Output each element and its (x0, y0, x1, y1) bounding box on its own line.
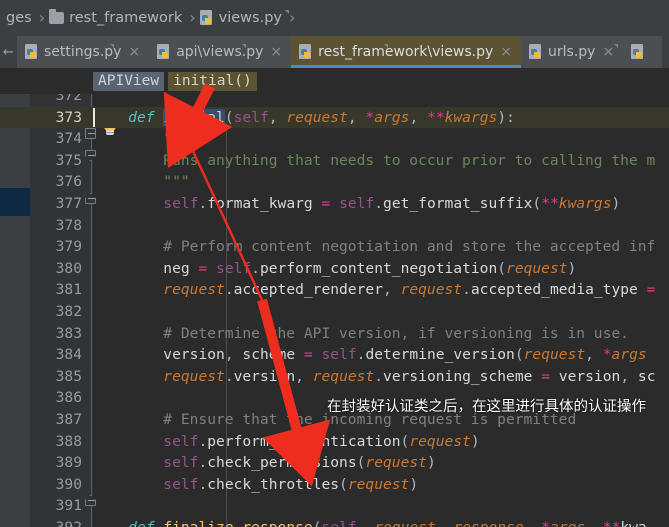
tab-partial-next[interactable] (623, 36, 663, 68)
tab-label: urls.py (548, 44, 596, 60)
breadcrumb-separator-icon (36, 8, 48, 29)
code-line-text: request.version, request.versioning_sche… (163, 367, 656, 385)
code-line[interactable]: 376 """ (0, 171, 669, 193)
line-number: 386 (55, 389, 82, 407)
breadcrumb-item-views-py[interactable]: views.py (199, 0, 289, 36)
line-number: 390 (55, 475, 82, 493)
code-line-text: self.check_throttles(request) (163, 475, 419, 493)
tab-settings-py[interactable]: settings.py × (17, 36, 150, 68)
breadcrumb-item-rest-framework[interactable]: rest_framework (48, 0, 186, 36)
annotation-note-text: 在封装好认证类之后，在这里进行具体的认证操作 (327, 399, 646, 415)
line-number: 375 (55, 151, 82, 169)
scope-chip-function[interactable]: initial() (168, 71, 257, 91)
breadcrumb-separator-icon (186, 8, 198, 29)
line-number: 389 (55, 454, 82, 472)
code-line-text: # Determine the API version, if versioni… (93, 324, 629, 342)
line-number: 380 (55, 259, 82, 277)
code-line[interactable]: 392 def finalize_response(self, request,… (0, 517, 669, 527)
code-line-text: Runs anything that needs to occur prior … (93, 151, 656, 169)
line-number: 385 (55, 367, 82, 385)
code-line[interactable]: 373 def initial(self, request, *args, **… (0, 106, 669, 129)
tab-label: api\views.py (176, 44, 264, 60)
tab-label: rest_framework\views.py (318, 44, 494, 60)
code-line[interactable]: 389 self.check_permissions(request) (0, 452, 669, 474)
file-path-breadcrumb: ges rest_framework views.py (0, 0, 669, 36)
code-line[interactable]: 377 self.format_kwarg = self.get_format_… (0, 193, 669, 215)
line-number: 376 (55, 173, 82, 191)
sticky-scope-bar: APIView initial() (0, 68, 669, 94)
tab-scroll-left-button[interactable]: ← (0, 36, 17, 68)
code-line-text: neg = self.perform_content_negotiation(r… (163, 259, 577, 277)
tab-urls-py[interactable]: urls.py × (521, 36, 624, 68)
python-file-icon (157, 44, 247, 60)
code-line-text: version, scheme = self.determine_version… (163, 346, 647, 364)
code-line[interactable]: 391 (0, 495, 669, 517)
code-line[interactable]: 381 request.accepted_renderer, request.a… (0, 279, 669, 301)
close-icon[interactable]: × (268, 45, 284, 59)
code-line[interactable]: 385 request.version, request.versioning_… (0, 366, 669, 388)
line-number: 391 (55, 497, 82, 515)
line-number: 379 (55, 238, 82, 256)
line-number: 378 (55, 216, 82, 234)
code-line-text: def initial(self, request, *args, **kwar… (93, 107, 515, 129)
code-line[interactable]: 379 # Perform content negotiation and st… (0, 236, 669, 258)
tab-rest-framework-views-py[interactable]: rest_framework\views.py × (291, 36, 521, 68)
line-number: 374 (55, 130, 82, 148)
python-file-icon (529, 44, 618, 60)
code-line[interactable]: 382 (0, 301, 669, 323)
line-number: 384 (55, 346, 82, 364)
code-line[interactable]: 375 Runs anything that needs to occur pr… (0, 150, 669, 172)
code-line-text: self.perform_authentication(request) (163, 432, 480, 450)
line-number: 383 (55, 324, 82, 342)
line-number: 372 (55, 94, 82, 104)
python-file-icon (631, 44, 645, 60)
code-line-text: def finalize_response(self, request, res… (93, 517, 647, 527)
code-line[interactable]: 390 self.check_throttles(request) (0, 474, 669, 496)
breadcrumb-label: rest_framework (69, 10, 183, 26)
python-file-icon (25, 44, 114, 60)
code-line[interactable]: 383 # Determine the API version, if vers… (0, 323, 669, 345)
line-number: 377 (55, 195, 82, 212)
code-line-text: self.format_kwarg = self.get_format_suff… (163, 195, 621, 212)
line-number: 392 (30, 517, 82, 527)
line-number: 388 (55, 432, 82, 450)
code-line-text: """ (93, 173, 190, 191)
code-line[interactable]: 378 (0, 215, 669, 237)
code-line[interactable]: 372 (0, 94, 669, 107)
code-line-text: self.check_permissions(request) (163, 454, 436, 472)
pycharm-editor-window: ges rest_framework views.py ← settings.p… (0, 0, 669, 527)
python-file-icon (299, 44, 389, 60)
code-editor[interactable]: 372 373 def initial(self, request, *args,… (0, 94, 669, 527)
breadcrumb-label: ges (6, 10, 32, 26)
line-number: 381 (55, 281, 82, 299)
editor-tab-bar: ← settings.py × api\views.py × rest_fram… (0, 36, 669, 68)
line-number: 373 (55, 108, 82, 126)
breadcrumb-item-packages[interactable]: ges (2, 0, 36, 36)
breadcrumb-label: views.py (218, 10, 282, 26)
tab-api-views-py[interactable]: api\views.py × (149, 36, 292, 68)
close-icon[interactable]: × (126, 45, 142, 59)
close-icon[interactable]: × (498, 45, 514, 59)
code-line[interactable]: 384 version, scheme = self.determine_ver… (0, 344, 669, 366)
code-line[interactable]: 374 """ (0, 128, 669, 150)
code-line-text: """ (93, 130, 190, 148)
line-number: 387 (55, 411, 82, 428)
scope-chip-class[interactable]: APIView (93, 71, 165, 91)
folder-icon (49, 9, 65, 24)
line-number: 382 (55, 303, 82, 320)
code-line[interactable]: 380 neg = self.perform_content_negotiati… (0, 258, 669, 280)
code-line-text: # Perform content negotiation and store … (93, 238, 656, 256)
code-line[interactable]: 388 self.perform_authentication(request) (0, 431, 669, 453)
python-file-icon (199, 10, 289, 26)
code-line-text: request.accepted_renderer, request.accep… (163, 281, 656, 299)
